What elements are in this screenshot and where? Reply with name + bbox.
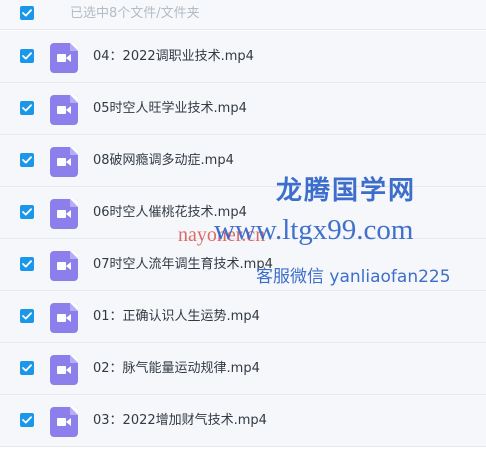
file-name[interactable]: 05时空人旺学业技术.mp4	[93, 100, 247, 118]
video-file-icon	[50, 355, 78, 385]
file-checkbox[interactable]	[20, 101, 34, 115]
file-checkbox[interactable]	[20, 361, 34, 375]
checkmark-icon	[22, 52, 32, 60]
video-file-icon	[50, 43, 78, 73]
file-name[interactable]: 07时空人流年调生育技术.mp4	[93, 256, 273, 274]
file-checkbox[interactable]	[20, 153, 34, 167]
checkmark-icon	[22, 208, 32, 216]
file-row[interactable]: 03：2022增加财气技术.mp4	[0, 395, 486, 447]
checkmark-icon	[22, 416, 32, 424]
file-name[interactable]: 06时空人催桃花技术.mp4	[93, 204, 247, 222]
file-name[interactable]: 02：脉气能量运动规律.mp4	[93, 360, 260, 378]
selection-header: 已选中8个文件/文件夹	[0, 0, 486, 30]
video-file-icon	[50, 251, 78, 281]
video-file-icon	[50, 407, 78, 437]
video-file-icon	[50, 95, 78, 125]
file-checkbox[interactable]	[20, 49, 34, 63]
checkmark-icon	[22, 260, 32, 268]
video-file-icon	[50, 147, 78, 177]
file-checkbox[interactable]	[20, 257, 34, 271]
file-name[interactable]: 03：2022增加财气技术.mp4	[93, 412, 267, 430]
file-row[interactable]: 04：2022调职业技术.mp4	[0, 31, 486, 83]
select-all-checkbox[interactable]	[20, 6, 34, 20]
file-name[interactable]: 01：正确认识人生运势.mp4	[93, 308, 260, 326]
file-checkbox[interactable]	[20, 205, 34, 219]
checkmark-icon	[22, 9, 32, 17]
video-file-icon	[50, 303, 78, 333]
checkmark-icon	[22, 312, 32, 320]
video-file-icon	[50, 199, 78, 229]
file-name[interactable]: 08破网瘾调多动症.mp4	[93, 152, 234, 170]
checkmark-icon	[22, 364, 32, 372]
file-row[interactable]: 08破网瘾调多动症.mp4	[0, 135, 486, 187]
checkmark-icon	[22, 156, 32, 164]
file-row[interactable]: 07时空人流年调生育技术.mp4	[0, 239, 486, 291]
file-checkbox[interactable]	[20, 309, 34, 323]
file-row[interactable]: 06时空人催桃花技术.mp4	[0, 187, 486, 239]
file-row[interactable]: 01：正确认识人生运势.mp4	[0, 291, 486, 343]
file-checkbox[interactable]	[20, 413, 34, 427]
file-name[interactable]: 04：2022调职业技术.mp4	[93, 48, 254, 66]
file-row[interactable]: 02：脉气能量运动规律.mp4	[0, 343, 486, 395]
checkmark-icon	[22, 104, 32, 112]
selection-count-text: 已选中8个文件/文件夹	[70, 6, 200, 21]
file-row[interactable]: 05时空人旺学业技术.mp4	[0, 83, 486, 135]
